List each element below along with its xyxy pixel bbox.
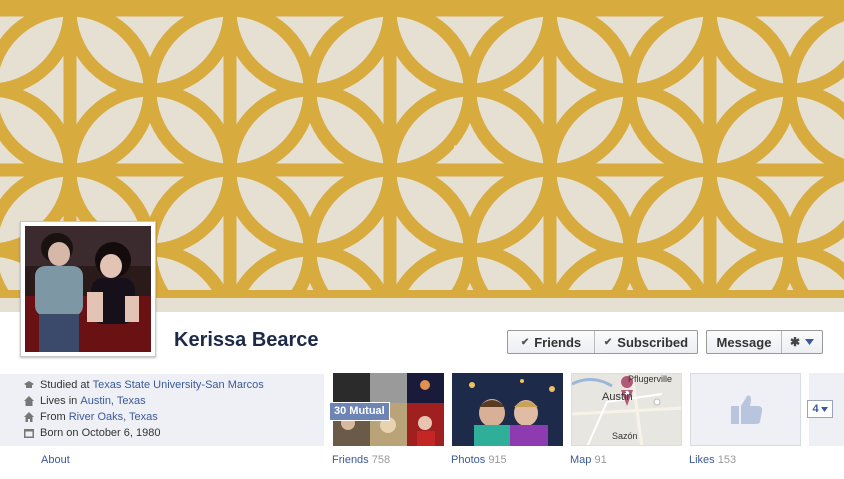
settings-dropdown-button[interactable]: ✱ bbox=[782, 331, 822, 353]
friends-count: 758 bbox=[371, 454, 391, 466]
likes-count: 153 bbox=[717, 454, 737, 466]
photos-tile-label[interactable]: Photos 915 bbox=[451, 454, 507, 466]
education-prefix: Studied at bbox=[40, 379, 93, 391]
mutual-friends-badge: 30 Mutual bbox=[329, 402, 390, 421]
likes-tile[interactable] bbox=[690, 373, 801, 446]
profile-photo-image bbox=[25, 226, 151, 352]
checkmark-icon: ✔ bbox=[520, 336, 530, 348]
map-label: Map bbox=[570, 454, 592, 466]
birthday-line: Born on October 6, 1980 bbox=[24, 427, 160, 439]
home-icon bbox=[24, 396, 34, 406]
map-city-label-mid: Austin bbox=[602, 391, 633, 403]
hometown-prefix: From bbox=[40, 411, 69, 423]
map-city-label-bottom: Sazón bbox=[612, 431, 638, 441]
graduation-cap-icon bbox=[24, 381, 34, 388]
education-line: Studied at Texas State University-San Ma… bbox=[24, 379, 264, 391]
photos-thumbnail bbox=[452, 373, 563, 446]
friends-tile-label[interactable]: Friends 758 bbox=[332, 454, 390, 466]
map-city-label-top: Pflugerville bbox=[628, 374, 673, 384]
likes-tile-label[interactable]: Likes 153 bbox=[689, 454, 736, 466]
hometown-link[interactable]: River Oaks, Texas bbox=[69, 411, 158, 423]
hometown-line: From River Oaks, Texas bbox=[24, 411, 158, 423]
checkmark-icon: ✔ bbox=[603, 336, 613, 348]
house-icon bbox=[24, 412, 34, 422]
current-city-prefix: Lives in bbox=[40, 395, 81, 407]
caret-down-icon bbox=[820, 406, 828, 412]
friends-button-label: Friends bbox=[534, 334, 582, 350]
cover-monogram: K bbox=[452, 141, 470, 168]
education-link[interactable]: Texas State University-San Marcos bbox=[93, 379, 264, 391]
message-button-label: Message bbox=[716, 334, 772, 350]
map-count: 91 bbox=[594, 454, 607, 466]
photos-tile[interactable] bbox=[452, 373, 563, 446]
calendar-icon bbox=[24, 429, 34, 438]
friends-label: Friends bbox=[332, 454, 369, 466]
thumbs-up-icon bbox=[731, 395, 763, 424]
gear-icon: ✱ bbox=[789, 335, 800, 349]
friends-button[interactable]: ✔ Friends bbox=[508, 331, 594, 353]
subscribed-button-label: Subscribed bbox=[617, 334, 689, 350]
more-sections-button[interactable]: 4 bbox=[807, 400, 833, 418]
likes-label: Likes bbox=[689, 454, 715, 466]
current-city-link[interactable]: Austin, Texas bbox=[80, 395, 145, 407]
friendship-button-group: ✔ Friends ✔ Subscribed bbox=[507, 330, 698, 354]
about-link[interactable]: About bbox=[41, 454, 70, 466]
message-button[interactable]: Message bbox=[707, 331, 781, 353]
map-tile[interactable]: Pflugerville Austin Sazón bbox=[571, 373, 682, 446]
profile-picture[interactable] bbox=[20, 221, 156, 357]
map-tile-label[interactable]: Map 91 bbox=[570, 454, 607, 466]
photos-label: Photos bbox=[451, 454, 486, 466]
caret-down-icon bbox=[805, 339, 814, 345]
more-sections-count: 4 bbox=[812, 403, 819, 415]
profile-name: Kerissa Bearce bbox=[174, 329, 319, 351]
photos-count: 915 bbox=[488, 454, 507, 466]
subscribed-button[interactable]: ✔ Subscribed bbox=[595, 331, 697, 353]
message-button-group: Message ✱ bbox=[706, 330, 823, 354]
birthday-text: Born on October 6, 1980 bbox=[40, 427, 161, 439]
current-city-line: Lives in Austin, Texas bbox=[24, 395, 146, 407]
